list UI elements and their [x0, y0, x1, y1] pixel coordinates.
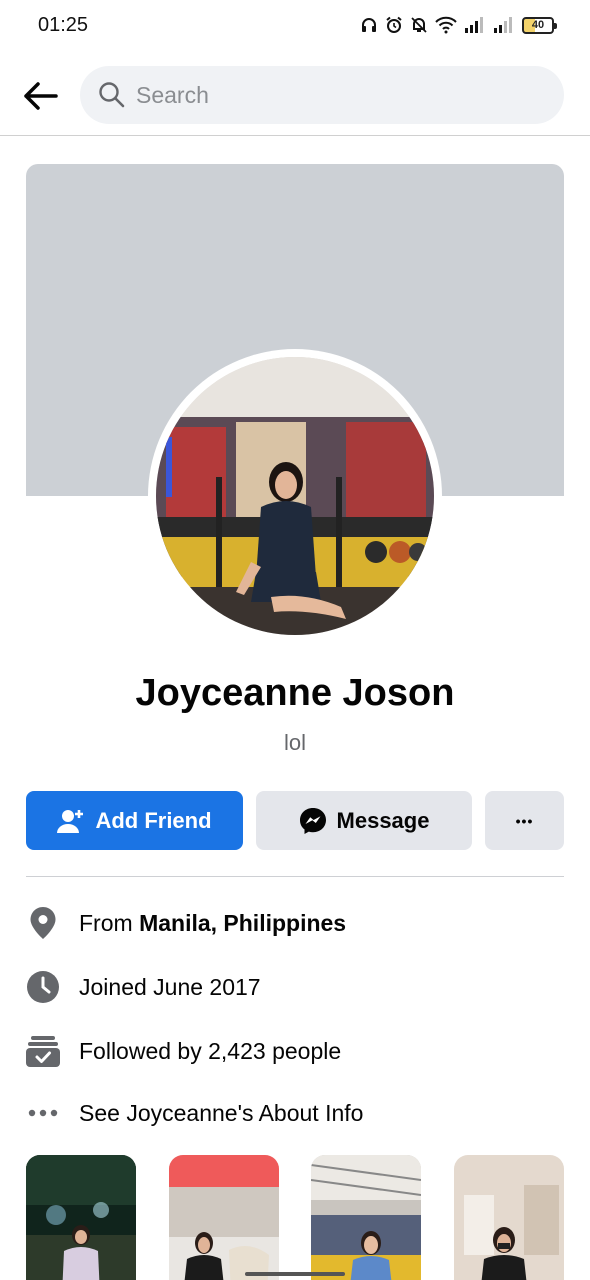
- profile-name: Joyceanne Joson: [135, 672, 455, 714]
- add-friend-icon: [57, 809, 84, 833]
- location-pin-icon: [26, 906, 60, 940]
- header: [0, 56, 590, 136]
- message-label: Message: [336, 807, 430, 833]
- alarm-icon: [386, 16, 402, 33]
- search-box[interactable]: [80, 66, 564, 124]
- signal-icon: [465, 17, 483, 33]
- back-button[interactable]: [18, 74, 62, 118]
- add-friend-label: Add Friend: [95, 807, 212, 833]
- profile-photo-image: [156, 357, 434, 635]
- more-dots-icon: [26, 1096, 60, 1130]
- add-friend-button[interactable]: Add Friend: [26, 791, 243, 850]
- clock-icon: [26, 970, 60, 1004]
- more-options-button[interactable]: •••: [485, 791, 564, 850]
- profile-picture[interactable]: [148, 349, 442, 643]
- detail-from-prefix: From: [79, 909, 140, 936]
- home-indicator[interactable]: [245, 1272, 345, 1276]
- search-icon: [99, 82, 125, 108]
- detail-joined: Joined June 2017: [26, 967, 564, 1007]
- detail-about-text[interactable]: See Joyceanne's About Info: [79, 1100, 363, 1127]
- signal-icon-2: [494, 17, 512, 33]
- detail-from-value[interactable]: Manila, Philippines: [139, 910, 346, 936]
- photos-row: [26, 1155, 564, 1280]
- divider: [26, 876, 564, 877]
- status-time: 01:25: [38, 14, 89, 36]
- message-button[interactable]: Message: [256, 791, 472, 850]
- battery-icon: 40: [522, 16, 557, 34]
- detail-from: From Manila, Philippines: [26, 903, 564, 943]
- followers-icon: [26, 1034, 60, 1068]
- arrow-left-icon: [24, 82, 58, 110]
- photo-thumbnail[interactable]: [454, 1155, 564, 1280]
- detail-about[interactable]: See Joyceanne's About Info: [26, 1093, 564, 1133]
- bell-muted-icon: [411, 17, 427, 33]
- profile-actions: Add Friend Message •••: [26, 791, 564, 850]
- messenger-icon: [299, 807, 326, 834]
- status-icons: 40: [360, 16, 557, 34]
- photo-thumbnail[interactable]: [169, 1155, 279, 1280]
- more-options-icon: •••: [515, 812, 534, 829]
- profile-bio: lol: [283, 730, 306, 755]
- status-bar: 01:25 40: [0, 0, 590, 52]
- detail-followers-text: Followed by 2,423 people: [79, 1037, 342, 1064]
- photo-thumbnail[interactable]: [311, 1155, 421, 1280]
- detail-followers: Followed by 2,423 people: [26, 1031, 564, 1071]
- wifi-icon: [435, 16, 457, 34]
- photo-thumbnail[interactable]: [26, 1155, 136, 1280]
- detail-joined-text: Joined June 2017: [79, 973, 261, 1000]
- search-input[interactable]: [136, 66, 546, 124]
- headphones-icon: [362, 18, 376, 32]
